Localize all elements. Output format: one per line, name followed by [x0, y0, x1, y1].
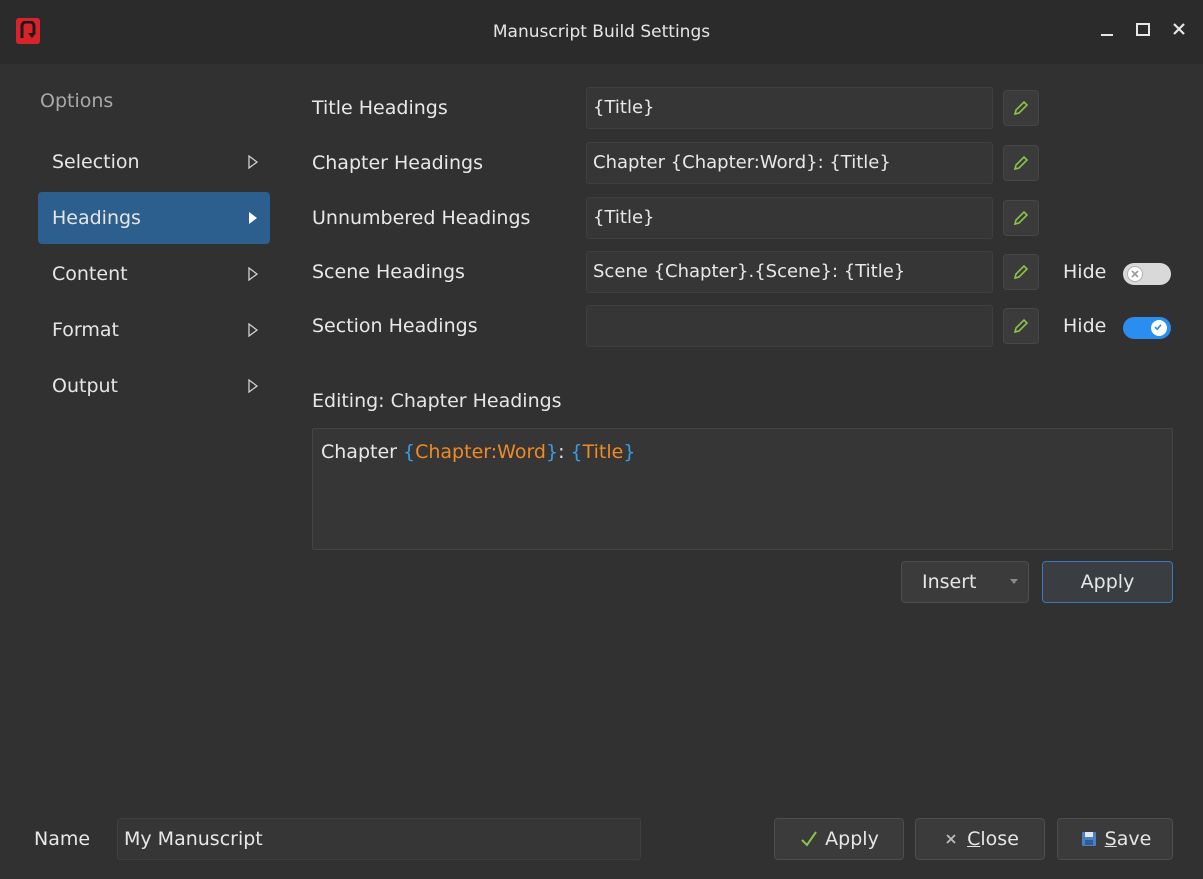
editor-token: Chapter:Word [415, 441, 546, 463]
toggle-knob [1127, 266, 1143, 282]
toggle-knob [1151, 320, 1167, 336]
sidebar-item-headings[interactable]: Headings [38, 192, 270, 244]
edit-section-headings-button[interactable] [1003, 308, 1039, 344]
pencil-icon [1013, 318, 1029, 334]
arrow-right-outline-icon [248, 267, 258, 281]
insert-dropdown-button[interactable]: Insert [901, 561, 1029, 603]
editor-brace: { [403, 441, 416, 463]
chapter-headings-row: Chapter Headings Chapter {Chapter:Word}:… [312, 142, 1182, 186]
sidebar-item-format[interactable]: Format [38, 304, 270, 356]
close-label: Close [967, 828, 1019, 850]
scene-headings-label: Scene Headings [312, 261, 465, 283]
title-headings-row: Title Headings {Title} [312, 87, 1182, 131]
editor-text: Chapter [321, 441, 404, 463]
arrow-right-outline-icon [248, 155, 258, 169]
save-button[interactable]: Save [1057, 818, 1173, 860]
pencil-icon [1013, 264, 1029, 280]
sidebar-item-label: Format [52, 319, 119, 341]
close-window-button[interactable] [1169, 18, 1189, 40]
heading-format-editor[interactable]: Chapter {Chapter:Word}: {Title} [312, 428, 1173, 550]
apply-heading-button[interactable]: Apply [1042, 561, 1173, 603]
x-icon [1131, 270, 1139, 278]
sidebar-item-output[interactable]: Output [38, 360, 270, 412]
editing-label: Editing: Chapter Headings [312, 390, 562, 412]
sidebar-item-content[interactable]: Content [38, 248, 270, 300]
insert-label: Insert [922, 571, 977, 593]
sidebar-item-label: Selection [52, 151, 140, 173]
editor-brace: } [545, 441, 559, 463]
hide-scene-label: Hide [1063, 261, 1107, 283]
save-label: Save [1104, 828, 1152, 850]
hide-section-label: Hide [1063, 315, 1107, 337]
chapter-headings-field[interactable]: Chapter {Chapter:Word}: {Title} [586, 142, 993, 184]
edit-chapter-headings-button[interactable] [1003, 145, 1039, 181]
hide-section-toggle[interactable] [1123, 317, 1171, 339]
name-label: Name [34, 828, 91, 850]
title-bar: Manuscript Build Settings [0, 0, 1203, 64]
maximize-icon [1136, 23, 1150, 36]
unnumbered-headings-field[interactable]: {Title} [586, 197, 993, 239]
arrow-right-filled-icon [249, 212, 257, 224]
apply-label: Apply [825, 828, 879, 850]
title-headings-field[interactable]: {Title} [586, 87, 993, 129]
section-headings-row: Section Headings Hide [312, 305, 1182, 349]
minimize-icon [1101, 34, 1113, 36]
sidebar-item-label: Output [52, 375, 118, 397]
arrow-right-outline-icon [248, 323, 258, 337]
unnumbered-headings-label: Unnumbered Headings [312, 207, 531, 229]
scene-headings-row: Scene Headings Scene {Chapter}.{Scene}: … [312, 251, 1182, 295]
pencil-icon [1013, 100, 1029, 116]
close-icon [1173, 23, 1185, 35]
manuscript-name-field[interactable]: My Manuscript [117, 818, 641, 860]
unnumbered-headings-row: Unnumbered Headings {Title} [312, 197, 1182, 241]
sidebar-item-label: Content [52, 263, 128, 285]
maximize-button[interactable] [1133, 18, 1153, 40]
edit-title-headings-button[interactable] [1003, 90, 1039, 126]
arrow-right-outline-icon [248, 379, 258, 393]
window-title: Manuscript Build Settings [492, 22, 711, 42]
sidebar-item-selection[interactable]: Selection [38, 136, 270, 188]
checkmark-icon [799, 829, 819, 849]
sidebar-header: Options [40, 90, 114, 112]
editor-brace: } [623, 441, 636, 463]
section-headings-label: Section Headings [312, 315, 478, 337]
save-disk-icon [1079, 829, 1099, 849]
apply-button[interactable]: Apply [774, 818, 904, 860]
chevron-down-icon [1010, 579, 1018, 584]
edit-unnumbered-headings-button[interactable] [1003, 200, 1039, 236]
title-headings-label: Title Headings [312, 97, 448, 119]
sidebar-item-label: Headings [52, 207, 141, 229]
app-logo-icon [16, 18, 40, 44]
editor-token: Title [582, 441, 624, 463]
close-x-icon [941, 829, 961, 849]
section-headings-field[interactable] [586, 305, 993, 347]
check-icon [1154, 324, 1162, 331]
pencil-icon [1013, 210, 1029, 226]
chapter-headings-label: Chapter Headings [312, 152, 483, 174]
hide-scene-toggle[interactable] [1123, 263, 1171, 285]
close-button[interactable]: Close [915, 818, 1045, 860]
minimize-button[interactable] [1097, 18, 1117, 40]
pencil-icon [1013, 155, 1029, 171]
editor-brace: { [570, 441, 583, 463]
scene-headings-field[interactable]: Scene {Chapter}.{Scene}: {Title} [586, 251, 993, 293]
options-sidebar: Options Selection Headings Content Forma… [38, 90, 270, 412]
edit-scene-headings-button[interactable] [1003, 254, 1039, 290]
editor-text: : [558, 441, 571, 463]
dialog-body: Options Selection Headings Content Forma… [0, 64, 1203, 879]
